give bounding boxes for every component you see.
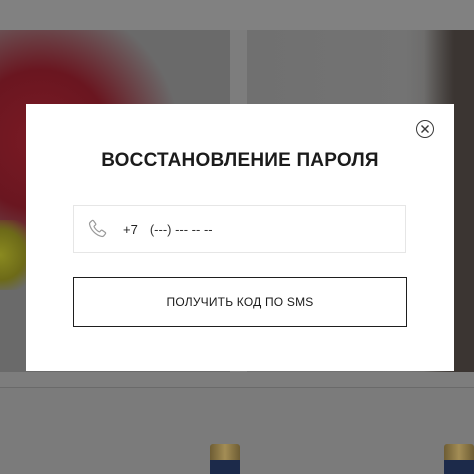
close-icon[interactable] xyxy=(416,120,434,138)
modal-title: ВОССТАНОВЛЕНИЕ ПАРОЛЯ xyxy=(101,150,379,171)
flower-stamens xyxy=(0,220,28,290)
phone-input[interactable] xyxy=(147,220,352,238)
phone-country-code: +7 xyxy=(123,221,138,237)
close-x-glyph xyxy=(421,125,429,133)
password-recovery-modal: ВОССТАНОВЛЕНИЕ ПАРОЛЯ +7 ПОЛУЧИТЬ КОД ПО… xyxy=(26,104,454,371)
product-bottle xyxy=(444,444,474,474)
phone-field[interactable]: +7 xyxy=(73,205,406,253)
phone-icon xyxy=(88,219,107,238)
get-sms-code-button[interactable]: ПОЛУЧИТЬ КОД ПО SMS xyxy=(73,277,407,327)
header-area xyxy=(0,0,474,30)
products-strip xyxy=(0,388,474,474)
product-bottle xyxy=(210,444,240,474)
